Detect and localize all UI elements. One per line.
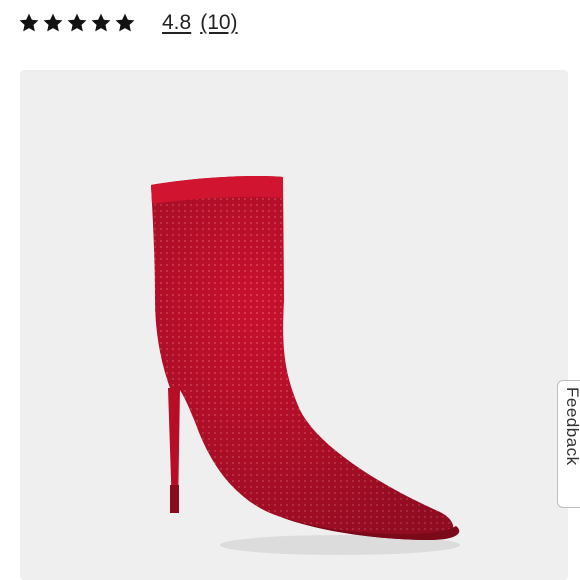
rating-summary: 4.8 (10) (18, 9, 238, 37)
review-count-link[interactable]: (10) (200, 11, 237, 35)
rating-value-link[interactable]: 4.8 (162, 11, 191, 35)
feedback-label: Feedback (563, 387, 580, 466)
star-icon (18, 12, 40, 34)
red-ankle-boot-image (151, 175, 460, 555)
star-icon (114, 12, 136, 34)
star-icon (90, 12, 112, 34)
star-rating (18, 12, 136, 34)
feedback-tab[interactable]: Feedback (557, 380, 580, 508)
product-image[interactable] (20, 70, 568, 580)
product-page: 4.8 (10) Feedback (0, 0, 580, 580)
star-icon (42, 12, 64, 34)
star-icon (66, 12, 88, 34)
